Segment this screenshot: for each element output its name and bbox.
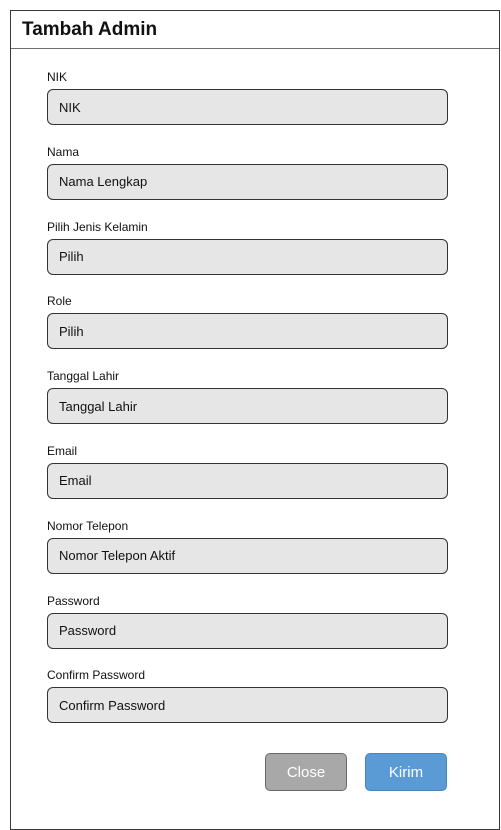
email-field: Email Email bbox=[47, 443, 448, 518]
gender-label: Pilih Jenis Kelamin bbox=[47, 219, 148, 234]
password-label: Password bbox=[47, 593, 100, 608]
add-admin-dialog: Tambah Admin NIK NIK Nama Nama Lengkap P… bbox=[10, 10, 500, 830]
name-field: Nama Nama Lengkap bbox=[47, 144, 448, 219]
role-select[interactable]: Pilih bbox=[47, 313, 448, 350]
phone-label: Nomor Telepon bbox=[47, 518, 129, 533]
gender-select[interactable]: Pilih bbox=[47, 238, 448, 275]
add-admin-form: NIK NIK Nama Nama Lengkap Pilih Jenis Ke… bbox=[47, 69, 448, 742]
name-input[interactable]: Nama Lengkap bbox=[47, 163, 448, 200]
email-input[interactable]: Email bbox=[47, 462, 448, 499]
confirm-password-input[interactable]: Confirm Password bbox=[47, 687, 448, 724]
nik-field: NIK NIK bbox=[47, 69, 448, 144]
phone-field: Nomor Telepon Nomor Telepon Aktif bbox=[47, 518, 448, 593]
name-label: Nama bbox=[47, 144, 80, 159]
dialog-title: Tambah Admin bbox=[22, 18, 158, 40]
nik-input[interactable]: NIK bbox=[47, 89, 448, 125]
dialog-header: Tambah Admin bbox=[11, 11, 499, 49]
confirm-password-field: Confirm Password Confirm Password bbox=[47, 667, 448, 742]
nik-label: NIK bbox=[47, 70, 68, 84]
birth-date-field: Tanggal Lahir Tanggal Lahir bbox=[47, 368, 448, 443]
email-label: Email bbox=[47, 443, 78, 458]
role-label: Role bbox=[47, 294, 72, 309]
dialog-actions: Close Kirim bbox=[265, 753, 447, 791]
gender-field: Pilih Jenis Kelamin Pilih bbox=[47, 219, 448, 294]
password-field: Password Password bbox=[47, 593, 448, 668]
birth-date-label: Tanggal Lahir bbox=[47, 369, 120, 384]
role-field: Role Pilih bbox=[47, 293, 448, 368]
password-input[interactable]: Password bbox=[47, 612, 448, 649]
birth-date-input[interactable]: Tanggal Lahir bbox=[47, 388, 448, 425]
close-button[interactable]: Close bbox=[265, 753, 347, 791]
confirm-password-label: Confirm Password bbox=[47, 668, 146, 683]
phone-input[interactable]: Nomor Telepon Aktif bbox=[47, 537, 448, 574]
submit-button[interactable]: Kirim bbox=[365, 753, 447, 791]
